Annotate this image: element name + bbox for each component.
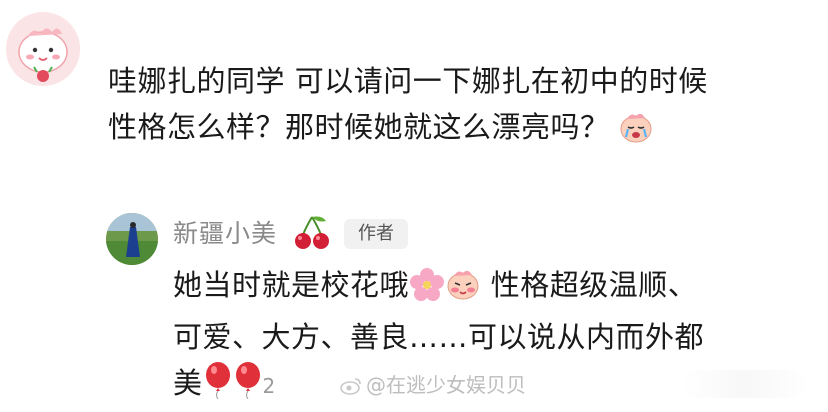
comment-line-2-text: 性格怎么样？那时候她就这么漂亮吗？ [108, 110, 610, 144]
reply-avatar[interactable] [106, 213, 158, 265]
balloon-icon [233, 361, 263, 412]
blushing-face-icon [445, 267, 481, 314]
reply-line-2: 可爱、大方、善良……可以说从内而外都 [173, 320, 705, 354]
reply-line-1-text: 她当时就是校花哦 [173, 268, 410, 302]
comment-body: 哇娜扎的同学 可以请问一下娜扎在初中的时候 性格怎么样？那时候她就这么漂亮吗？ [108, 58, 808, 156]
reply-author-name[interactable]: 新疆小美 [173, 214, 277, 250]
reply-line-1: 她当时就是校花哦 性格超级温顺、 [173, 262, 733, 314]
flower-icon [409, 267, 445, 314]
watermark-fade [680, 370, 810, 398]
commenter-avatar[interactable] [6, 12, 80, 86]
author-badge: 作者 [344, 219, 408, 249]
comment-line-1: 哇娜扎的同学 可以请问一下娜扎在初中的时候 [108, 64, 708, 98]
balloon-icon [203, 361, 233, 412]
comment-line-2: 性格怎么样？那时候她就这么漂亮吗？ [108, 104, 808, 156]
watermark: @在逃少女娱贝贝 [340, 372, 526, 398]
crying-face-icon [619, 110, 653, 156]
reply-trailing-char: 2 [262, 374, 276, 398]
landscape-avatar-icon [106, 213, 158, 265]
watermark-text: @在逃少女娱贝贝 [366, 373, 526, 397]
reply-line-3-text: 美 [173, 366, 203, 400]
cherry-icon [292, 213, 332, 257]
reply-line-1-text-2: 性格超级温顺、 [481, 268, 698, 302]
pink-character-avatar-icon [6, 12, 80, 86]
weibo-logo-icon [340, 375, 362, 401]
